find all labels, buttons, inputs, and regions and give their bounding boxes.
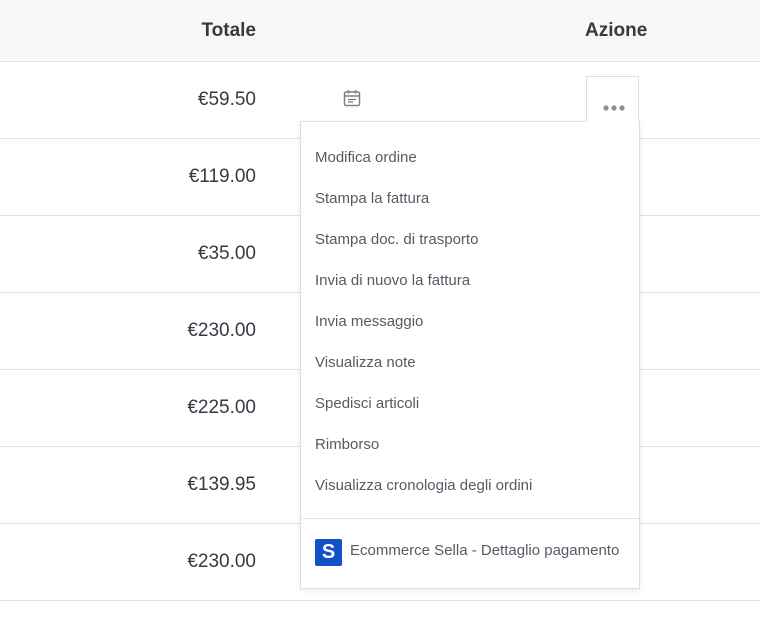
menu-item-stampa-fattura[interactable]: Stampa la fattura <box>315 190 429 207</box>
sella-logo-icon: S <box>315 539 342 566</box>
order-total: €225.00 <box>187 397 256 418</box>
menu-item-spedisci-articoli[interactable]: Spedisci articoli <box>315 395 419 412</box>
column-header-azione: Azione <box>585 20 648 41</box>
sella-payment-label: Ecommerce Sella - Dettaglio pagamento <box>350 542 620 559</box>
menu-item-visualizza-note[interactable]: Visualizza note <box>315 354 416 371</box>
calendar-icon[interactable] <box>343 89 361 107</box>
order-total: €230.00 <box>187 320 256 341</box>
menu-item-stampa-doc-trasporto[interactable]: Stampa doc. di trasporto <box>315 231 478 248</box>
order-actions-menu: Modifica ordine Stampa la fattura Stampa… <box>300 121 640 589</box>
column-header-totale: Totale <box>201 20 256 41</box>
order-actions-button[interactable] <box>586 76 639 122</box>
more-dots-icon <box>603 98 625 116</box>
table-header: Totale Azione <box>0 0 760 62</box>
menu-divider <box>301 518 639 519</box>
menu-item-invia-messaggio[interactable]: Invia messaggio <box>315 313 423 330</box>
order-total: €119.00 <box>188 166 256 187</box>
order-total: €139.95 <box>187 474 256 495</box>
order-total: €59.50 <box>197 89 256 110</box>
orders-table-view: Totale Azione €59.50 €119.00 €35.00 €230… <box>0 0 760 619</box>
order-total: €35.00 <box>197 243 256 264</box>
menu-item-cronologia-ordini[interactable]: Visualizza cronologia degli ordini <box>315 477 532 494</box>
menu-item-invia-fattura[interactable]: Invia di nuovo la fattura <box>315 272 470 289</box>
order-total: €230.00 <box>187 551 256 572</box>
menu-item-rimborso[interactable]: Rimborso <box>315 436 379 453</box>
menu-item-modifica-ordine[interactable]: Modifica ordine <box>315 149 417 166</box>
